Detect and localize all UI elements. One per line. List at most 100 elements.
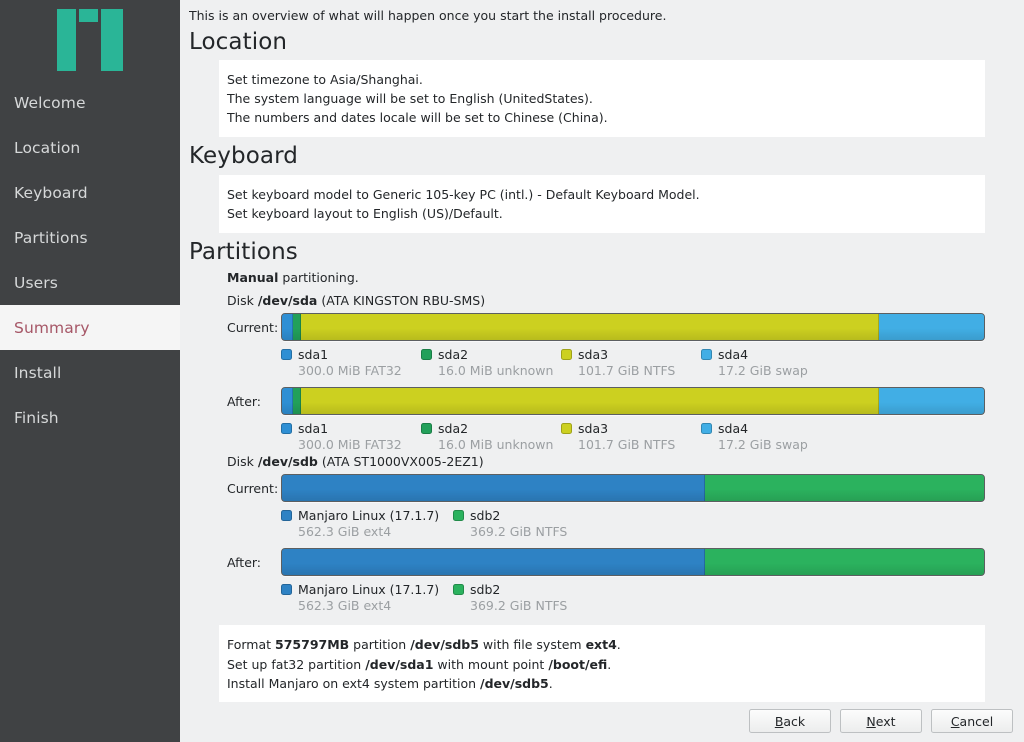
partition-mode: Manual bbox=[227, 270, 279, 286]
disk-device: /dev/sdb bbox=[257, 454, 318, 470]
legend-item: sda1 300.0 MiB FAT32 bbox=[281, 347, 421, 378]
partition-bar[interactable] bbox=[281, 313, 985, 342]
legend-swatch-icon bbox=[281, 349, 292, 361]
disk-model: (ATA ST1000VX005-2EZ1) bbox=[317, 454, 484, 470]
partition-segment[interactable] bbox=[878, 388, 984, 415]
action-text: . bbox=[548, 676, 553, 692]
sidebar-item-label: Finish bbox=[14, 408, 59, 427]
partition-segment[interactable] bbox=[878, 314, 984, 341]
cancel-button[interactable]: Cancel bbox=[931, 709, 1013, 733]
legend-swatch-icon bbox=[453, 510, 464, 522]
legend-partition-name: sdb2 bbox=[470, 582, 501, 598]
back-button[interactable]: Back bbox=[749, 709, 831, 733]
partition-segment[interactable] bbox=[282, 314, 294, 341]
action-text: Format bbox=[227, 637, 276, 653]
legend-partition-name: Manjaro Linux (17.1.7) bbox=[298, 508, 440, 524]
legend-swatch-icon bbox=[281, 510, 292, 522]
legend-item: sda1 300.0 MiB FAT32 bbox=[281, 421, 421, 452]
sidebar-item-label: Partitions bbox=[14, 228, 88, 247]
logo-container bbox=[0, 0, 180, 80]
sidebar-item-label: Install bbox=[14, 363, 62, 382]
legend-partition-name: Manjaro Linux (17.1.7) bbox=[298, 582, 440, 598]
sidebar-item-label: Welcome bbox=[14, 93, 86, 112]
location-line: The system language will be set to Engli… bbox=[227, 91, 593, 107]
sidebar-item-users[interactable]: Users bbox=[0, 260, 180, 305]
partitions-body: Manual partitioning. Disk /dev/sda (ATA … bbox=[219, 270, 985, 613]
partition-bar-label: Current: bbox=[227, 480, 279, 496]
partition-segment[interactable] bbox=[282, 388, 294, 415]
partition-bar-row: After: bbox=[219, 548, 985, 577]
sidebar-item-welcome[interactable]: Welcome bbox=[0, 80, 180, 125]
legend-partition-detail: 300.0 MiB FAT32 bbox=[298, 363, 402, 379]
sidebar-nav: Welcome Location Keyboard Partitions Use… bbox=[0, 80, 180, 440]
legend-item: Manjaro Linux (17.1.7) 562.3 GiB ext4 bbox=[281, 582, 453, 613]
keyboard-line: Set keyboard layout to English (US)/Defa… bbox=[227, 205, 503, 221]
partition-segment[interactable] bbox=[282, 475, 706, 502]
disk-title: Disk /dev/sdb (ATA ST1000VX005-2EZ1) bbox=[227, 454, 985, 469]
partition-segment[interactable] bbox=[293, 388, 301, 415]
legend-swatch-icon bbox=[561, 423, 572, 435]
partition-legend: sda1 300.0 MiB FAT32 sda2 16.0 MiB unknown s… bbox=[219, 347, 985, 378]
partition-bar[interactable] bbox=[281, 474, 985, 503]
install-action-line: Install Manjaro on ext4 system partition… bbox=[227, 674, 977, 693]
legend-swatch-icon bbox=[281, 584, 292, 596]
partition-segment[interactable] bbox=[293, 314, 301, 341]
partition-bar-row: Current: bbox=[219, 474, 985, 503]
legend-item: sdb2 369.2 GiB NTFS bbox=[453, 582, 625, 613]
section-title-partitions: Partitions bbox=[189, 238, 298, 265]
sidebar: Welcome Location Keyboard Partitions Use… bbox=[0, 0, 180, 742]
action-text: with file system bbox=[478, 637, 586, 653]
legend-partition-detail: 562.3 GiB ext4 bbox=[298, 524, 392, 540]
legend-partition-detail: 16.0 MiB unknown bbox=[438, 363, 554, 379]
disk-block: Disk /dev/sda (ATA KINGSTON RBU-SMS) Curr… bbox=[219, 293, 985, 452]
partition-segment[interactable] bbox=[300, 388, 879, 415]
install-action-line: Format 575797MB partition /dev/sdb5 with… bbox=[227, 635, 977, 654]
partition-segment[interactable] bbox=[282, 549, 706, 576]
section-title-location: Location bbox=[189, 29, 288, 55]
partition-segment[interactable] bbox=[300, 314, 879, 341]
partition-bar[interactable] bbox=[281, 548, 985, 577]
legend-swatch-icon bbox=[701, 349, 712, 361]
legend-partition-detail: 17.2 GiB swap bbox=[718, 363, 808, 379]
action-emphasis: 575797MB bbox=[275, 637, 350, 653]
sidebar-item-install[interactable]: Install bbox=[0, 350, 180, 395]
location-infobox: Set timezone to Asia/Shanghai. The syste… bbox=[219, 60, 985, 138]
legend-partition-name: sda3 bbox=[578, 421, 609, 437]
location-line: The numbers and dates locale will be set… bbox=[227, 110, 608, 126]
partition-segment[interactable] bbox=[705, 475, 984, 502]
action-emphasis: /dev/sda1 bbox=[365, 656, 434, 672]
sidebar-item-finish[interactable]: Finish bbox=[0, 395, 180, 440]
sidebar-item-summary[interactable]: Summary bbox=[0, 305, 180, 350]
section-title-keyboard: Keyboard bbox=[189, 143, 298, 170]
sidebar-item-partitions[interactable]: Partitions bbox=[0, 215, 180, 260]
legend-partition-detail: 369.2 GiB NTFS bbox=[470, 524, 568, 540]
action-text: . bbox=[616, 637, 621, 653]
disk-device: /dev/sda bbox=[257, 293, 318, 309]
sidebar-item-location[interactable]: Location bbox=[0, 125, 180, 170]
partition-bar[interactable] bbox=[281, 387, 985, 416]
partition-bar-row: Current: bbox=[219, 313, 985, 342]
legend-partition-detail: 300.0 MiB FAT32 bbox=[298, 437, 402, 453]
partition-segment[interactable] bbox=[705, 549, 984, 576]
disk-prefix: Disk bbox=[227, 293, 258, 309]
partition-legend: Manjaro Linux (17.1.7) 562.3 GiB ext4 sdb2… bbox=[219, 508, 985, 539]
legend-swatch-icon bbox=[453, 584, 464, 596]
sidebar-item-label: Keyboard bbox=[14, 183, 88, 202]
action-emphasis: /dev/sdb5 bbox=[480, 676, 549, 692]
footer-buttons: Back Next Cancel bbox=[180, 700, 1024, 742]
disk-block: Disk /dev/sdb (ATA ST1000VX005-2EZ1) Curr… bbox=[219, 454, 985, 613]
next-button[interactable]: Next bbox=[840, 709, 922, 733]
action-emphasis: /boot/efi bbox=[548, 656, 608, 672]
legend-swatch-icon bbox=[421, 423, 432, 435]
action-text: Install Manjaro on ext4 system partition bbox=[227, 676, 481, 692]
legend-partition-name: sda1 bbox=[298, 347, 329, 363]
sidebar-item-keyboard[interactable]: Keyboard bbox=[0, 170, 180, 215]
partition-mode-line: Manual partitioning. bbox=[227, 270, 985, 285]
legend-partition-name: sda2 bbox=[438, 347, 469, 363]
legend-swatch-icon bbox=[281, 423, 292, 435]
disk-list: Disk /dev/sda (ATA KINGSTON RBU-SMS) Curr… bbox=[219, 293, 985, 613]
disk-prefix: Disk bbox=[227, 454, 258, 470]
legend-partition-name: sda4 bbox=[718, 421, 749, 437]
legend-item: sda2 16.0 MiB unknown bbox=[421, 421, 561, 452]
legend-partition-name: sda4 bbox=[718, 347, 749, 363]
